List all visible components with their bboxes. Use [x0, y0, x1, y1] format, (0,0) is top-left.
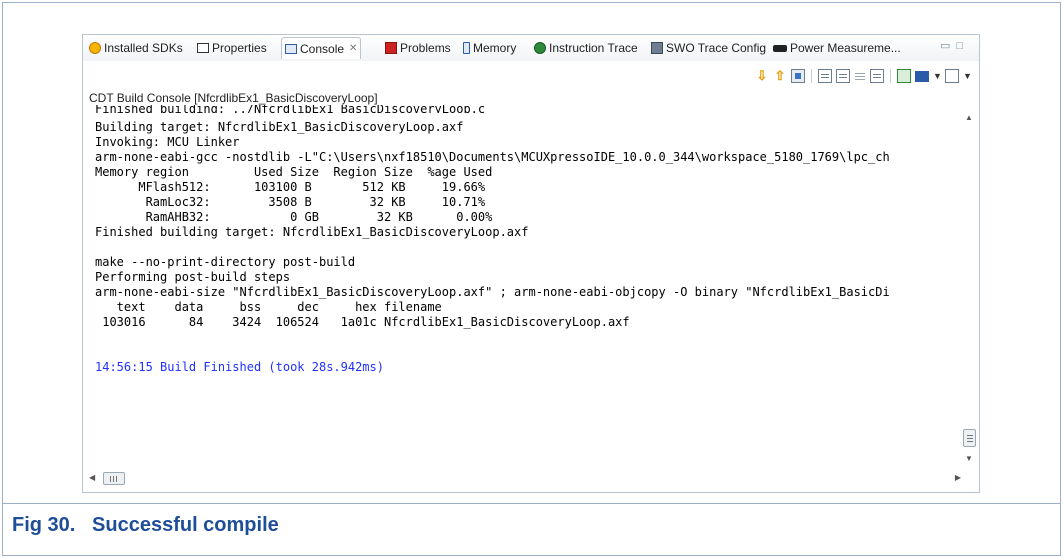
console-view: Installed SDKs Properties Console ✕ Prob…	[82, 34, 980, 493]
scroll-down-icon[interactable]: ▼	[965, 454, 973, 463]
tab-label: Problems	[400, 41, 451, 55]
pin-console-icon[interactable]	[791, 69, 805, 83]
console-title: CDT Build Console [NfcrdlibEx1_BasicDisc…	[89, 91, 382, 105]
tab-installed-sdks[interactable]: Installed SDKs	[89, 37, 183, 59]
chevron-down-icon[interactable]: ▼	[963, 69, 972, 83]
tab-label: Memory	[473, 41, 517, 55]
console-line: arm-none-eabi-gcc -nostdlib -L"C:\Users\…	[95, 150, 890, 164]
console-line: Building target: NfcrdlibEx1_BasicDiscov…	[95, 120, 464, 134]
console-output: Building target: NfcrdlibEx1_BasicDiscov…	[95, 120, 943, 460]
console-icon	[285, 43, 297, 54]
scroll-left-icon[interactable]: ◀	[89, 473, 95, 482]
console-line: 103016 84 3424 106524 1a01c NfcrdlibEx1_…	[95, 315, 630, 329]
word-wrap-icon[interactable]	[854, 69, 866, 83]
copy-icon[interactable]	[870, 69, 884, 83]
console-line: Memory region Used Size Region Size %age…	[95, 165, 493, 179]
figure-caption: Fig 30. Successful compile	[12, 514, 279, 536]
problems-icon	[385, 42, 397, 54]
console-line: Performing post-build steps	[95, 270, 291, 284]
power-icon	[773, 44, 787, 52]
console-line: make --no-print-directory post-build	[95, 255, 356, 269]
display-console-icon[interactable]	[915, 70, 929, 82]
console-line: text data bss dec hex filename	[95, 300, 442, 314]
tab-label: Installed SDKs	[104, 41, 183, 55]
clear-console-icon[interactable]	[818, 69, 832, 83]
tab-memory[interactable]: Memory	[463, 37, 516, 59]
vertical-scrollbar[interactable]: ▲ ▼	[963, 113, 977, 473]
minimize-icon[interactable]: ▭	[940, 40, 956, 52]
window-controls: ▭□	[940, 39, 969, 52]
new-console-icon[interactable]	[945, 69, 959, 83]
scroll-lock-icon[interactable]	[836, 69, 850, 83]
horizontal-scrollbar[interactable]: ◀ ▶	[87, 472, 965, 486]
console-line: Invoking: MCU Linker	[95, 135, 240, 149]
console-line: MFlash512: 103100 B 512 KB 19.66%	[95, 180, 486, 194]
console-line: RamLoc32: 3508 B 32 KB 10.71%	[95, 195, 486, 209]
arrow-up-icon[interactable]: ⇧	[773, 69, 787, 83]
console-toolbar: ⇩ ⇧ ▼ ▼	[755, 67, 972, 85]
tab-power-measurement[interactable]: Power Measureme...	[773, 37, 901, 59]
tab-label: Console	[300, 41, 345, 56]
tab-problems[interactable]: Problems	[385, 37, 451, 59]
tab-label: Power Measureme...	[790, 41, 901, 55]
chevron-down-icon[interactable]: ▼	[933, 69, 942, 83]
horizontal-scroll-thumb[interactable]	[103, 472, 125, 485]
tab-label: SWO Trace Config	[666, 41, 767, 55]
console-cut-line: Finished building: ../NfcrdlibEx1_BasicD…	[95, 105, 486, 113]
tab-label: Instruction Trace	[549, 41, 638, 55]
sdk-icon	[89, 42, 101, 54]
close-icon[interactable]: ✕	[349, 43, 357, 54]
scroll-up-icon[interactable]: ▲	[965, 113, 973, 122]
maximize-icon[interactable]: □	[956, 40, 969, 52]
arrow-down-icon[interactable]: ⇩	[755, 69, 769, 83]
tab-console[interactable]: Console ✕	[281, 37, 362, 59]
toolbar-separator	[890, 69, 891, 83]
swo-icon	[651, 42, 663, 54]
scroll-right-icon[interactable]: ▶	[955, 473, 961, 482]
tab-label: Properties	[212, 41, 267, 55]
console-line: arm-none-eabi-size "NfcrdlibEx1_BasicDis…	[95, 285, 890, 299]
view-tabbar: Installed SDKs Properties Console ✕ Prob…	[83, 35, 979, 61]
console-line: 14:56:15 Build Finished (took 28s.942ms)	[95, 360, 384, 374]
toolbar-separator	[811, 69, 812, 83]
memory-icon	[463, 42, 470, 54]
tab-properties[interactable]: Properties	[197, 37, 267, 59]
tab-swo-trace-config[interactable]: SWO Trace Config	[651, 37, 766, 59]
console-line: Finished building target: NfcrdlibEx1_Ba…	[95, 225, 529, 239]
properties-icon	[197, 43, 209, 53]
caption-divider	[2, 503, 1061, 504]
open-console-icon[interactable]	[897, 69, 911, 83]
tab-instruction-trace[interactable]: Instruction Trace	[534, 37, 638, 59]
vertical-scroll-thumb[interactable]	[963, 429, 976, 447]
console-line: RamAHB32: 0 GB 32 KB 0.00%	[95, 210, 493, 224]
instruction-trace-icon	[534, 42, 546, 54]
